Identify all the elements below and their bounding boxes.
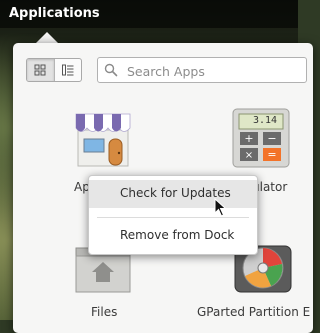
remove-from-dock-label: Remove from Dock [120, 228, 235, 242]
grid-icon [34, 64, 46, 76]
search-field[interactable] [97, 57, 307, 83]
check-for-updates-menu-item[interactable]: Check for Updates [89, 180, 257, 208]
search-input[interactable] [125, 60, 299, 82]
mouse-pointer-icon [214, 198, 227, 217]
view-mode-toggle [26, 58, 82, 82]
calculator-tile[interactable]: + − × = 3.14 [232, 108, 290, 172]
svg-text:=: = [267, 148, 276, 161]
top-panel: Applications [0, 0, 298, 28]
svg-text:−: − [267, 132, 276, 145]
svg-text:×: × [245, 150, 253, 161]
svg-text:+: + [244, 132, 253, 145]
context-menu: Check for Updates Remove from Dock [88, 175, 258, 255]
calculator-display-value: 3.14 [253, 115, 278, 126]
remove-from-dock-menu-item[interactable]: Remove from Dock [89, 222, 257, 250]
gparted-label: GParted Partition E [197, 305, 311, 319]
category-list-icon [61, 64, 74, 76]
grid-view-button[interactable] [27, 59, 54, 81]
appcenter-tile[interactable] [72, 108, 134, 174]
appcenter-store-icon [75, 113, 131, 167]
popover-arrow [36, 32, 58, 43]
files-label: Files [91, 305, 118, 319]
applications-menu-button[interactable]: Applications [9, 6, 100, 21]
search-icon [104, 63, 118, 77]
category-view-button[interactable] [53, 59, 82, 81]
